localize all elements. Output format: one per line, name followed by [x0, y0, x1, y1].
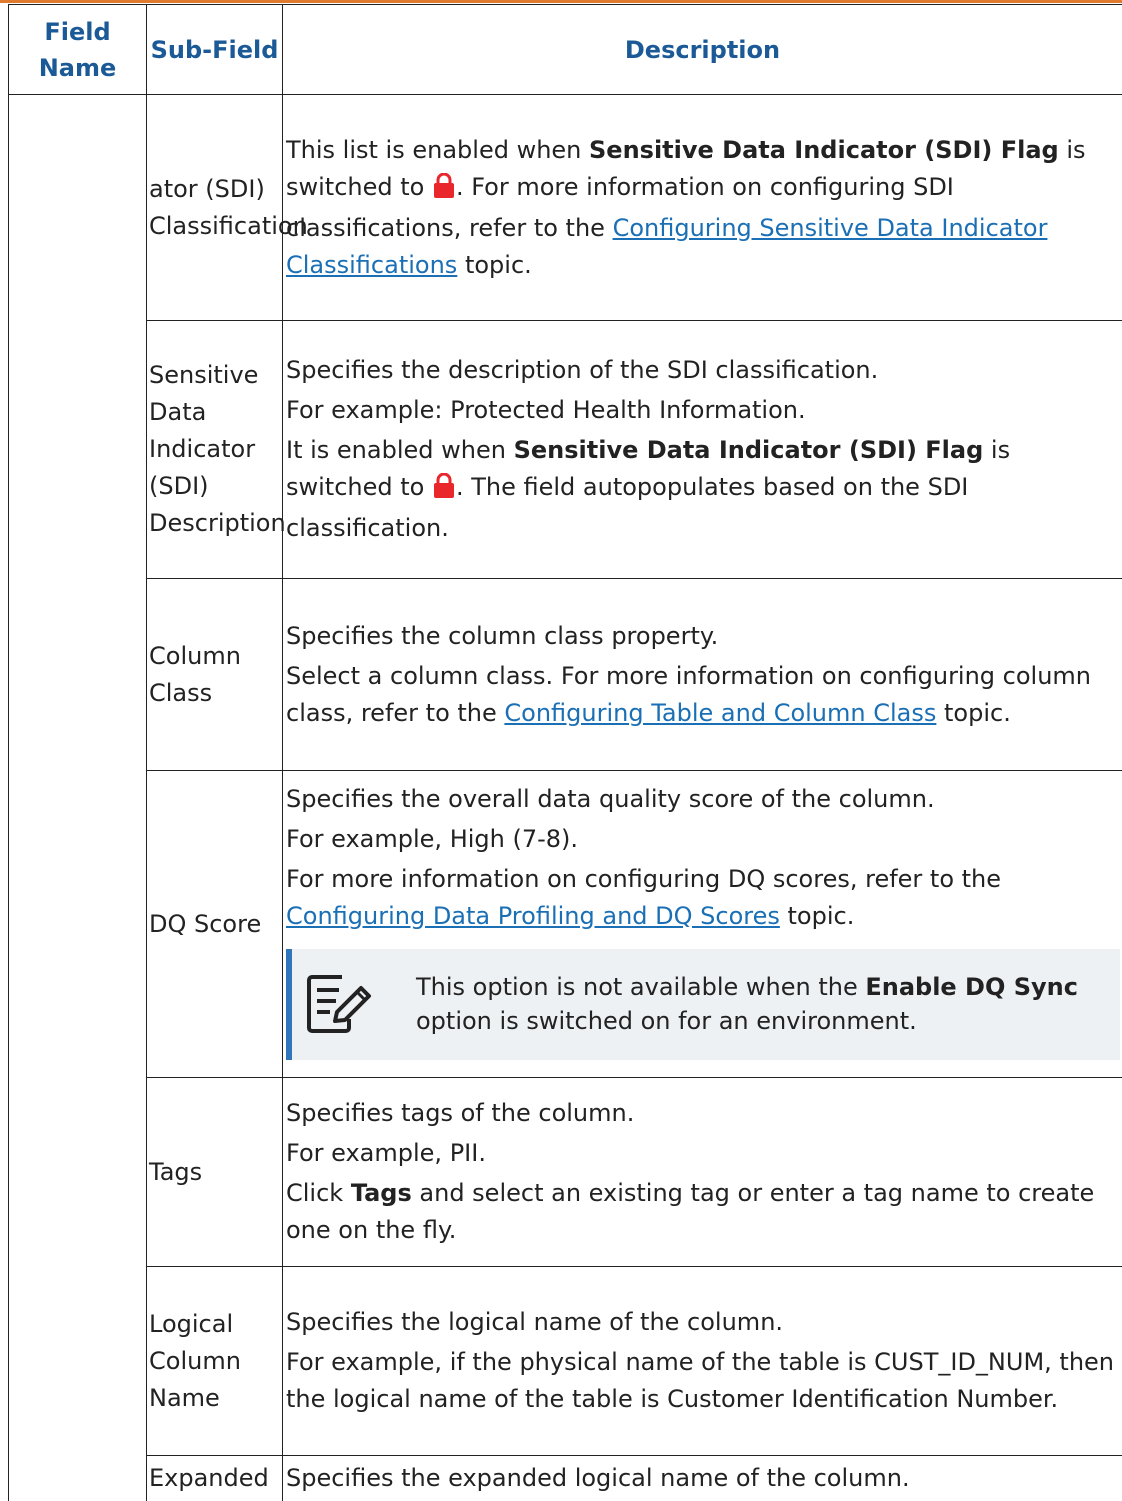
sub-field-header: Sub-Field	[147, 5, 283, 95]
table-row: ator (SDI) Classification This list is e…	[9, 95, 1122, 321]
lock-icon	[433, 473, 455, 510]
description-header: Description	[283, 5, 1122, 95]
lock-icon	[433, 173, 455, 210]
description-cell: Specifies the column class property. Sel…	[283, 579, 1122, 771]
field-name-cell	[9, 95, 147, 1501]
field-description-table: Field Name Sub-Field Description ator (S…	[8, 4, 1122, 1501]
sub-field-cell: Tags	[147, 1078, 283, 1267]
header-rule	[0, 0, 1122, 3]
description-cell: This list is enabled when Sensitive Data…	[283, 95, 1122, 321]
description-cell: Specifies the description of the SDI cla…	[283, 321, 1122, 579]
table-header-row: Field Name Sub-Field Description	[9, 5, 1122, 95]
sub-field-cell: Expanded	[147, 1456, 283, 1501]
description-cell: Specifies the overall data quality score…	[283, 771, 1122, 1078]
description-cell: Specifies the logical name of the column…	[283, 1267, 1122, 1456]
sub-field-cell: Logical Column Name	[147, 1267, 283, 1456]
note-edit-icon	[306, 973, 376, 1035]
table-row: DQ Score Specifies the overall data qual…	[9, 771, 1122, 1078]
table-row: Logical Column Name Specifies the logica…	[9, 1267, 1122, 1456]
table-row: Sensitive Data Indicator (SDI) Descripti…	[9, 321, 1122, 579]
field-name-header: Field Name	[9, 5, 147, 95]
note-text: This option is not available when the En…	[416, 970, 1120, 1038]
description-cell: Specifies tags of the column. For exampl…	[283, 1078, 1122, 1267]
table-row: Expanded Specifies the expanded logical …	[9, 1456, 1122, 1501]
description-cell: Specifies the expanded logical name of t…	[283, 1456, 1122, 1501]
sub-field-cell: ator (SDI) Classification	[147, 95, 283, 321]
configuring-dq-scores-link[interactable]: Configuring Data Profiling and DQ Scores	[286, 902, 780, 930]
note-callout: This option is not available when the En…	[286, 949, 1120, 1060]
sub-field-cell: Sensitive Data Indicator (SDI) Descripti…	[147, 321, 283, 579]
table-row: Tags Specifies tags of the column. For e…	[9, 1078, 1122, 1267]
table-row: Column Class Specifies the column class …	[9, 579, 1122, 771]
sub-field-cell: DQ Score	[147, 771, 283, 1078]
sub-field-cell: Column Class	[147, 579, 283, 771]
configuring-table-column-class-link[interactable]: Configuring Table and Column Class	[504, 699, 936, 727]
